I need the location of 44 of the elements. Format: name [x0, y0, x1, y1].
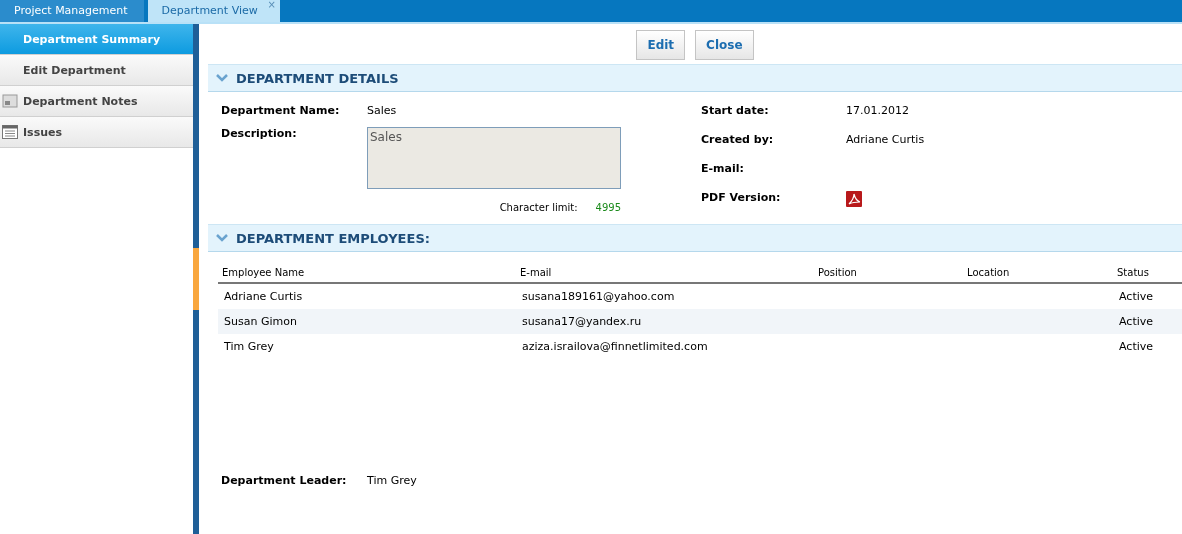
column-header: Position: [818, 266, 858, 278]
field-label: Created by:: [701, 133, 775, 148]
collapse-handle[interactable]: [193, 248, 199, 310]
field-value: Sales: [367, 104, 397, 117]
toolbar-button[interactable]: Edit: [636, 30, 686, 60]
table-cell-text: Tim Grey: [224, 340, 275, 353]
splitter-bar[interactable]: [193, 24, 199, 534]
chevron-icon: [216, 74, 228, 82]
table-cell-text: Active: [1119, 340, 1155, 353]
sidebar-item[interactable]: Issues: [0, 117, 193, 148]
pdf-icon[interactable]: [846, 191, 862, 207]
tab[interactable]: Project Management: [0, 0, 144, 22]
field-label: Start date:: [701, 104, 770, 119]
toolbar-button[interactable]: Close: [695, 30, 754, 60]
column-header: Employee Name: [222, 266, 306, 278]
field-label: Department Leader:: [221, 474, 348, 487]
field-label: Description:: [221, 127, 298, 142]
field-value: 17.01.2012: [846, 104, 909, 119]
field-label: PDF Version:: [701, 191, 782, 206]
column-header: E-mail: [520, 266, 553, 278]
sidebar-item[interactable]: Edit Department: [0, 55, 193, 86]
field-value: Adriane Curtis: [846, 133, 925, 148]
table-cell-text: aziza.israilova@finnetlimited.com: [522, 340, 709, 353]
table-cell-text: Active: [1119, 290, 1155, 303]
table-cell-text: susana189161@yahoo.com: [522, 290, 676, 303]
sidebar-item[interactable]: Department Notes: [0, 86, 193, 117]
field-label: E-mail:: [701, 162, 745, 177]
section-header[interactable]: DEPARTMENT DETAILS: [208, 64, 1182, 92]
section-header[interactable]: DEPARTMENT EMPLOYEES:: [208, 224, 1182, 252]
table-cell-text: Susan Gimon: [224, 315, 298, 328]
list-icon: [2, 125, 18, 139]
note-icon: [2, 94, 18, 108]
column-header: Status: [1117, 266, 1150, 278]
table-cell-text: Active: [1119, 315, 1155, 328]
column-header: Location: [967, 266, 1011, 278]
table-cell-text: susana17@yandex.ru: [522, 315, 643, 328]
field-value: Tim Grey: [367, 474, 417, 487]
table-cell-text: Adriane Curtis: [224, 290, 304, 303]
tab[interactable]: Department View ×: [147, 0, 280, 22]
character-limit-label: Character limit:: [499, 202, 578, 213]
character-limit-value: 4995: [595, 202, 621, 213]
description-field[interactable]: Sales: [367, 127, 621, 189]
chevron-icon: [216, 234, 228, 242]
field-label: Department Name:: [221, 104, 341, 117]
